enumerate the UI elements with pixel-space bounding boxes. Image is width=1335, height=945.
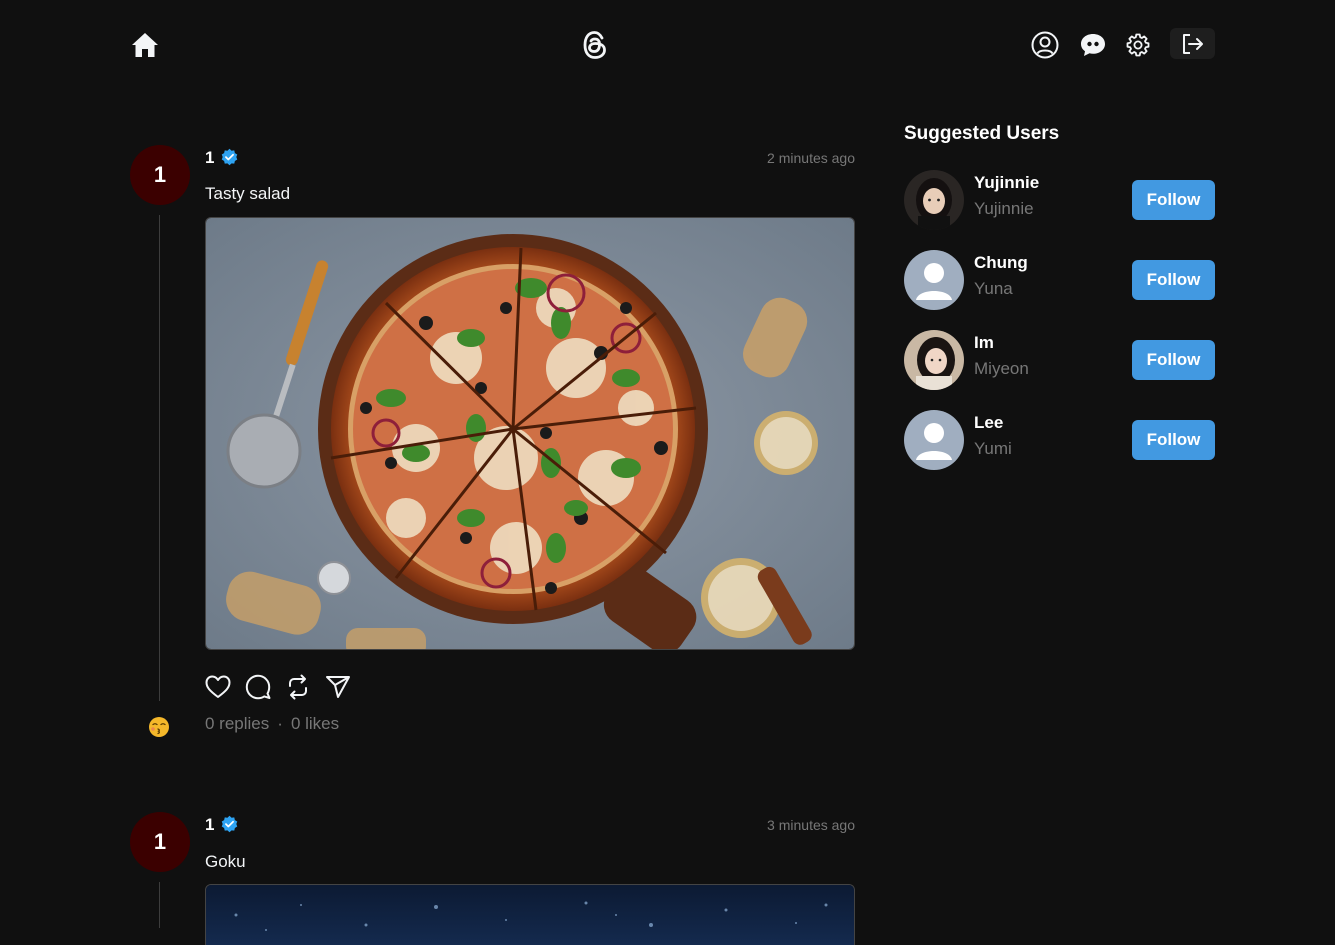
- verified-badge-icon: [221, 148, 238, 166]
- follow-button[interactable]: Follow: [1132, 260, 1215, 300]
- suggested-user-item: Lee Yumi Follow: [904, 410, 1215, 470]
- settings-gear-icon[interactable]: [1124, 31, 1152, 59]
- suggested-users-heading: Suggested Users: [904, 123, 1060, 144]
- thread-line: [159, 215, 160, 701]
- post-timestamp: 2 minutes ago: [767, 150, 855, 166]
- follow-button[interactable]: Follow: [1132, 180, 1215, 220]
- post-stats: 0 replies · 0 likes: [205, 714, 339, 734]
- suggested-user-item: Im Miyeon Follow: [904, 330, 1215, 390]
- reply-comment-icon[interactable]: [245, 674, 271, 700]
- post-username[interactable]: 1: [205, 815, 214, 835]
- top-navigation: [0, 0, 1335, 90]
- default-avatar-icon[interactable]: [904, 250, 964, 310]
- suggested-user-handle: Yumi: [974, 439, 1012, 458]
- kissing-face-icon: [149, 717, 169, 737]
- pizza-photo: [206, 218, 854, 649]
- likes-count[interactable]: 0 likes: [291, 714, 339, 733]
- thread-line: [159, 882, 160, 928]
- suggested-user-handle: Yuna: [974, 279, 1013, 298]
- follow-button[interactable]: Follow: [1132, 340, 1215, 380]
- follow-button[interactable]: Follow: [1132, 420, 1215, 460]
- avatar[interactable]: 1: [130, 145, 190, 205]
- post-text: Tasty salad: [205, 184, 291, 203]
- avatar[interactable]: 1: [130, 812, 190, 872]
- avatar[interactable]: [904, 170, 964, 230]
- share-send-icon[interactable]: [325, 674, 351, 700]
- logout-icon: [1182, 33, 1203, 54]
- suggested-user-name[interactable]: Yujinnie: [974, 173, 1039, 193]
- post: 1 1 2 minutes ago Tasty salad 0 replies …: [130, 145, 855, 745]
- post-image-pizza[interactable]: [205, 217, 855, 650]
- verified-badge-icon: [221, 815, 238, 833]
- starry-sky-photo: [206, 885, 854, 945]
- suggested-user-name[interactable]: Chung: [974, 253, 1028, 273]
- post: 1 1 3 minutes ago Goku: [130, 812, 855, 945]
- post-image-goku[interactable]: [205, 884, 855, 945]
- suggested-user-item: Yujinnie Yujinnie Follow: [904, 170, 1215, 230]
- post-username[interactable]: 1: [205, 148, 214, 168]
- separator-dot: ·: [277, 714, 283, 733]
- home-icon[interactable]: [130, 30, 160, 60]
- suggested-user-handle: Yujinnie: [974, 199, 1034, 218]
- avatar[interactable]: [904, 330, 964, 390]
- chat-icon[interactable]: [1077, 30, 1109, 60]
- suggested-user-name[interactable]: Im: [974, 333, 994, 353]
- default-avatar-icon[interactable]: [904, 410, 964, 470]
- suggested-user-name[interactable]: Lee: [974, 413, 1003, 433]
- logout-button[interactable]: [1170, 28, 1215, 59]
- post-timestamp: 3 minutes ago: [767, 817, 855, 833]
- threads-logo-icon[interactable]: [578, 27, 612, 63]
- replies-count[interactable]: 0 replies: [205, 714, 269, 733]
- post-actions: [205, 674, 351, 700]
- like-heart-icon[interactable]: [205, 674, 231, 700]
- user-profile-icon[interactable]: [1030, 30, 1060, 60]
- suggested-user-item: Chung Yuna Follow: [904, 250, 1215, 310]
- repost-icon[interactable]: [285, 674, 311, 700]
- suggested-user-handle: Miyeon: [974, 359, 1029, 378]
- post-text: Goku: [205, 852, 246, 871]
